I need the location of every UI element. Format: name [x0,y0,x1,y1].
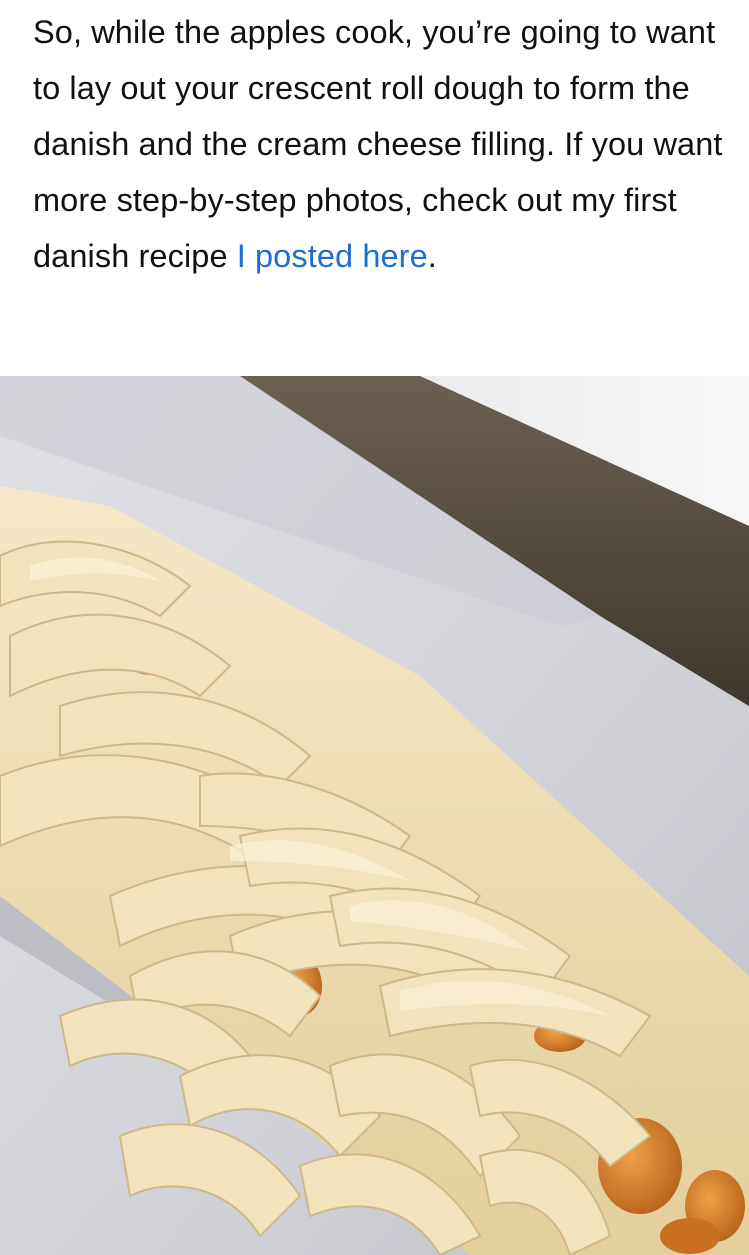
paragraph-text: So, while the apples cook, you’re going … [33,14,723,274]
page: So, while the apples cook, you’re going … [0,0,749,1255]
article-paragraph: So, while the apples cook, you’re going … [33,4,723,284]
danish-photo-illustration [0,376,749,1255]
danish-photo [0,376,749,1255]
posted-here-link[interactable]: I posted here [237,238,428,274]
paragraph-period: . [427,238,437,274]
